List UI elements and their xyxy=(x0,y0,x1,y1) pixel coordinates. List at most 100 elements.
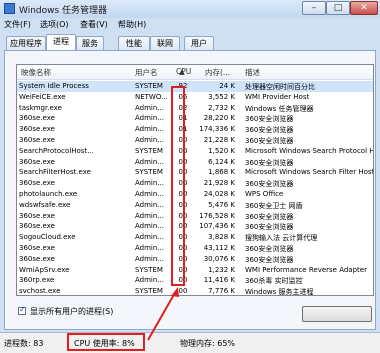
menu-file[interactable]: 文件(F) xyxy=(4,19,31,30)
process-list[interactable]: 映像名称 用户名 ▲ CPU 内存(... 描述 System Idle Pro… xyxy=(16,64,374,296)
process-user: Admin... xyxy=(135,179,164,188)
process-memory: 11,416 K xyxy=(203,276,235,285)
process-name: photolaunch.exe xyxy=(19,190,78,198)
process-description: Windows 服务主进程 xyxy=(245,288,314,296)
process-name: wdswfsafe.exe xyxy=(19,200,71,209)
column-header-name[interactable]: 映像名称 xyxy=(21,67,51,78)
process-row[interactable]: svchost.exe SYSTEM 00 7,776 K Windows 服务主进程 xyxy=(17,286,373,296)
column-header-user[interactable]: 用户名 xyxy=(135,67,158,78)
process-cpu: 00 xyxy=(178,287,188,296)
tab-networking[interactable]: 联网 xyxy=(150,36,180,50)
end-process-button[interactable] xyxy=(302,306,372,322)
menu-view[interactable]: 查看(V) xyxy=(80,19,108,30)
tab-processes[interactable]: 进程 xyxy=(46,34,76,50)
process-user: Admin... xyxy=(135,136,164,144)
minimize-button[interactable]: – xyxy=(302,1,326,15)
process-row[interactable]: SearchProtocolHost... SYSTEM 00 1,520 K Micr… xyxy=(17,146,373,157)
process-name: 360se.exe xyxy=(19,136,55,144)
process-memory: 1,868 K xyxy=(208,168,235,177)
process-description: 360杀毒 实时监控 xyxy=(245,277,303,286)
tab-applications[interactable]: 应用程序 xyxy=(6,36,46,50)
process-user: SYSTEM xyxy=(135,146,163,155)
process-name: 360se.exe xyxy=(19,157,55,166)
process-memory: 24 K xyxy=(219,82,235,90)
process-name: WmiApSrv.exe xyxy=(19,265,70,274)
status-bar: 进程数: 83 CPU 使用率: 8% 物理内存: 65% xyxy=(0,332,380,353)
task-manager-icon xyxy=(4,3,15,14)
process-memory: 2,732 K xyxy=(208,103,235,112)
process-row[interactable]: photolaunch.exe Admin... 00 24,028 K WPS Off… xyxy=(17,189,373,200)
process-description: Microsoft Windows Search Protocol Host xyxy=(245,146,373,155)
process-row[interactable]: 360se.exe Admin... 00 30,076 K 360安全浏览器 xyxy=(17,254,373,265)
process-row[interactable]: WmiApSrv.exe SYSTEM 00 1,232 K WMI Performan… xyxy=(17,265,373,276)
process-row[interactable]: 360se.exe Admin... 00 107,436 K 360安全浏览器 xyxy=(17,221,373,232)
tab-users[interactable]: 用户 xyxy=(184,36,214,50)
process-memory: 24,028 K xyxy=(203,190,235,198)
tab-services[interactable]: 服务 xyxy=(76,36,104,50)
process-user: Admin... xyxy=(135,254,164,263)
process-description: 360安全浏览器 xyxy=(245,245,294,253)
list-header: 映像名称 用户名 ▲ CPU 内存(... 描述 xyxy=(17,65,373,80)
process-user: Admin... xyxy=(135,157,164,166)
process-row[interactable]: WeiFeiCE.exe NETWO... 05 3,552 K WMI Provide… xyxy=(17,92,373,103)
process-description: WPS Office xyxy=(245,190,284,198)
check-icon: ✓ xyxy=(19,305,26,314)
process-memory: 6,124 K xyxy=(208,157,235,166)
process-name: SearchProtocolHost... xyxy=(19,146,94,155)
process-memory: 107,436 K xyxy=(199,222,235,231)
process-row[interactable]: wdswfsafe.exe Admin... 00 5,476 K 360安全卫士 网盾 xyxy=(17,200,373,211)
process-description: 360安全浏览器 xyxy=(245,180,294,189)
cpu-column-highlight xyxy=(171,86,185,286)
menu-options[interactable]: 选项(O) xyxy=(40,19,69,30)
process-user: Admin... xyxy=(135,200,164,209)
column-header-description[interactable]: 描述 xyxy=(245,67,260,78)
process-description: 360安全浏览器 xyxy=(245,137,294,145)
process-description: 360安全浏览器 xyxy=(245,115,294,124)
process-row[interactable]: SearchFilterHost.exe SYSTEM 00 1,868 K Micro… xyxy=(17,167,373,178)
tab-performance[interactable]: 性能 xyxy=(118,36,150,50)
process-memory: 3,828 K xyxy=(208,233,235,242)
process-user: SYSTEM xyxy=(135,82,163,90)
process-user: Admin... xyxy=(135,233,164,242)
show-all-users-checkbox[interactable]: ✓ xyxy=(18,305,26,315)
process-memory: 5,476 K xyxy=(208,200,235,209)
process-memory: 21,928 K xyxy=(203,179,235,188)
process-name: 360se.exe xyxy=(19,244,55,252)
process-name: 360se.exe xyxy=(19,179,55,188)
menu-bar: 文件(F) 选项(O) 查看(V) 帮助(H) xyxy=(0,18,380,32)
process-row[interactable]: 360se.exe Admin... 00 6,124 K 360安全浏览器 xyxy=(17,157,373,168)
process-memory: 21,228 K xyxy=(203,136,235,144)
process-name: System Idle Process xyxy=(19,82,89,90)
process-row[interactable]: 360se.exe Admin... 01 28,220 K 360安全浏览器 xyxy=(17,113,373,124)
process-memory: 176,528 K xyxy=(199,211,235,220)
process-description: 360安全浏览器 xyxy=(245,212,294,221)
process-row[interactable]: 360se.exe Admin... 00 21,228 K 360安全浏览器 xyxy=(17,135,373,146)
process-user: SYSTEM xyxy=(135,265,163,274)
close-button[interactable]: ✕ xyxy=(350,1,378,15)
process-name: 360se.exe xyxy=(19,222,55,231)
column-header-cpu[interactable]: CPU xyxy=(176,67,191,76)
process-user: NETWO... xyxy=(135,92,168,101)
process-row[interactable]: 360se.exe Admin... 00 176,528 K 360安全浏览器 xyxy=(17,211,373,222)
process-row[interactable]: SogouCloud.exe Admin... 00 3,828 K 搜狗输入法 云计算… xyxy=(17,232,373,243)
process-memory: 174,336 K xyxy=(199,125,235,134)
process-row[interactable]: taskmgr.exe Admin... 02 2,732 K Windows 任务管理… xyxy=(17,103,373,114)
process-row[interactable]: 360se.exe Admin... 00 21,928 K 360安全浏览器 xyxy=(17,178,373,189)
process-memory: 3,552 K xyxy=(208,92,235,101)
process-user: Admin... xyxy=(135,125,164,134)
cpu-usage-highlight xyxy=(67,333,145,351)
process-description: 360安全浏览器 xyxy=(245,255,294,264)
process-user: Admin... xyxy=(135,114,164,123)
process-name: 360se.exe xyxy=(19,125,55,134)
physical-memory: 物理内存: 65% xyxy=(180,339,236,348)
process-row[interactable]: 360se.exe Admin... 00 43,112 K 360安全浏览器 xyxy=(17,243,373,254)
maximize-button[interactable]: □ xyxy=(326,1,350,15)
process-description: WMI Performance Reverse Adapter xyxy=(245,265,367,274)
process-row[interactable]: 360rp.exe Admin... 00 11,416 K 360杀毒 实时监控 xyxy=(17,275,373,286)
process-row[interactable]: System Idle Process SYSTEM 92 24 K 处理器空闲时间百分… xyxy=(17,81,373,92)
process-row[interactable]: 360se.exe Admin... 01 174,336 K 360安全浏览器 xyxy=(17,124,373,135)
menu-help[interactable]: 帮助(H) xyxy=(118,19,146,30)
column-header-memory[interactable]: 内存(... xyxy=(205,67,230,78)
title-bar: Windows 任务管理器 – □ ✕ xyxy=(0,0,380,18)
process-count: 进程数: 83 xyxy=(4,339,44,348)
